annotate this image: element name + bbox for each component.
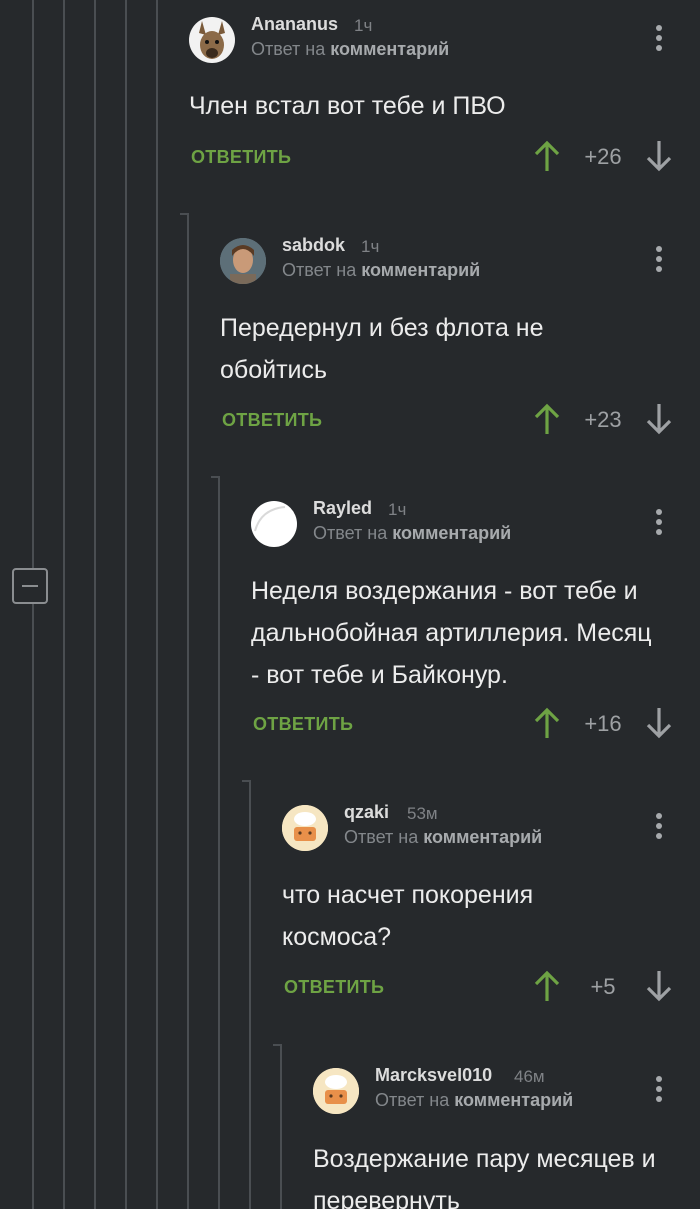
avatar[interactable]: [282, 805, 328, 851]
more-vertical-icon[interactable]: [655, 509, 663, 539]
thread-hook-6: [180, 213, 189, 215]
reply-button[interactable]: ОТВЕТИТЬ: [222, 410, 322, 431]
more-vertical-icon[interactable]: [655, 1076, 663, 1106]
more-vertical-icon[interactable]: [655, 246, 663, 276]
thread-line-8: [249, 780, 251, 1209]
author-name[interactable]: sabdok: [282, 235, 345, 256]
thread-line-6: [187, 213, 189, 1209]
arrow-up-icon[interactable]: [533, 139, 561, 173]
vote-score: +26: [584, 144, 622, 169]
reply-to-prefix: Ответ на: [313, 523, 388, 543]
arrow-down-icon[interactable]: [645, 706, 673, 740]
avatar[interactable]: [220, 238, 266, 284]
thread-line-2: [63, 0, 65, 1209]
thread-line-7: [218, 476, 220, 1209]
reply-to-line: Ответ на комментарий: [282, 260, 480, 281]
reply-to-line: Ответ на комментарий: [375, 1090, 573, 1111]
thread-line-4: [125, 0, 127, 1209]
comment-text: Передернул и без флота не обойтись: [220, 314, 544, 384]
thread-line-9: [280, 1044, 282, 1209]
reply-to-link[interactable]: комментарий: [361, 260, 480, 280]
comment-text: что насчет покорения космоса?: [282, 881, 534, 951]
reply-to-link[interactable]: комментарий: [392, 523, 511, 543]
arrow-up-icon[interactable]: [533, 969, 561, 1003]
vote-score: +23: [584, 407, 622, 432]
more-vertical-icon[interactable]: [655, 25, 663, 55]
thread-hook-8: [242, 780, 251, 782]
reply-to-link[interactable]: комментарий: [330, 39, 449, 59]
reply-button[interactable]: ОТВЕТИТЬ: [284, 977, 384, 998]
arrow-down-icon[interactable]: [645, 969, 673, 1003]
collapse-minus-icon: [22, 585, 38, 587]
arrow-down-icon[interactable]: [645, 139, 673, 173]
author-name[interactable]: Marcksvel010: [375, 1068, 492, 1086]
reply-to-link[interactable]: комментарий: [454, 1090, 573, 1110]
comment-time: 53м: [407, 804, 438, 823]
thread-line-3: [94, 0, 96, 1209]
reply-to-prefix: Ответ на: [375, 1090, 450, 1110]
reply-to-line: Ответ на комментарий: [251, 39, 449, 60]
reply-to-prefix: Ответ на: [251, 39, 326, 59]
arrow-up-icon[interactable]: [533, 706, 561, 740]
avatar[interactable]: [189, 17, 235, 63]
comment-marcksvel010: Marcksvel010 46м Ответ на комментарий Во…: [313, 1068, 699, 1209]
vote-score: +5: [590, 974, 616, 999]
comment-rayled: Rayled 1ч Ответ на комментарий Неделя во…: [251, 498, 699, 751]
collapse-thread-button[interactable]: [12, 568, 48, 604]
arrow-up-icon[interactable]: [533, 402, 561, 436]
reply-to-line: Ответ на комментарий: [313, 523, 511, 544]
reply-to-prefix: Ответ на: [344, 827, 419, 847]
thread-line-1: [32, 0, 34, 1209]
reply-to-prefix: Ответ на: [282, 260, 357, 280]
comment-text: Воздержание пару месяцев и перевернуть: [313, 1145, 656, 1209]
reply-button[interactable]: ОТВЕТИТЬ: [191, 147, 291, 168]
thread-hook-9: [273, 1044, 282, 1046]
comment-time: 1ч: [388, 500, 407, 519]
comment-time: 1ч: [361, 237, 380, 256]
reply-to-line: Ответ на комментарий: [344, 827, 542, 848]
comment-qzaki: qzaki 53м Ответ на комментарий что насче…: [282, 802, 699, 1015]
reply-to-link[interactable]: комментарий: [423, 827, 542, 847]
reply-button[interactable]: ОТВЕТИТЬ: [253, 714, 353, 735]
avatar[interactable]: [251, 501, 297, 547]
thread-hook-7: [211, 476, 220, 478]
author-name[interactable]: Anananus: [251, 14, 338, 35]
arrow-down-icon[interactable]: [645, 402, 673, 436]
more-vertical-icon[interactable]: [655, 813, 663, 843]
comment-sabdok: sabdok 1ч Ответ на комментарий Передерну…: [220, 235, 699, 438]
avatar[interactable]: [313, 1068, 359, 1114]
comment-anananus: Anananus 1ч Ответ на комментарий Член вс…: [189, 14, 699, 187]
comment-text: Неделя воздержания - вот тебе и дальнобо…: [251, 577, 652, 689]
author-name[interactable]: qzaki: [344, 802, 389, 823]
comment-text: Член встал вот тебе и ПВО: [189, 92, 506, 120]
thread-line-5: [156, 0, 158, 1209]
vote-score: +16: [584, 711, 622, 736]
comment-time: 46м: [514, 1068, 545, 1086]
comment-time: 1ч: [354, 16, 373, 35]
author-name[interactable]: Rayled: [313, 498, 372, 519]
